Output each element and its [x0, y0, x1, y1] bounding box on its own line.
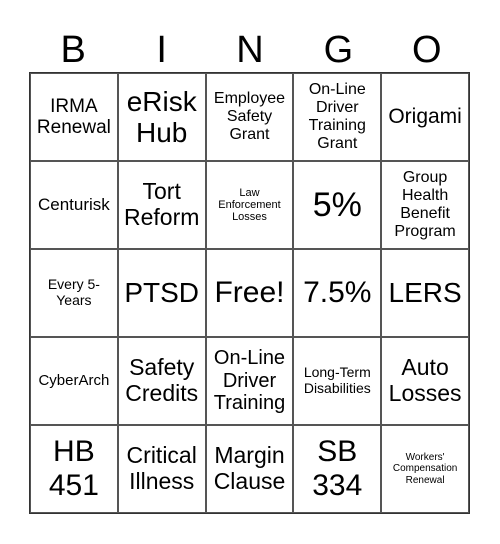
bingo-cell[interactable]: LERS	[381, 249, 469, 337]
bingo-cell[interactable]: Auto Losses	[381, 337, 469, 425]
header-letter-n: N	[236, 29, 264, 71]
header-letter-g: G	[323, 29, 354, 71]
bingo-cell[interactable]: Centurisk	[30, 161, 118, 249]
free-space-cell[interactable]: Free!	[205, 249, 294, 337]
bingo-cell[interactable]: Workers' Compensation Renewal	[381, 425, 469, 513]
header-letter-b: B	[60, 29, 86, 71]
bingo-cell[interactable]: PTSD	[117, 249, 206, 337]
bingo-cell[interactable]: Long-Term Disabilities	[293, 337, 382, 425]
bingo-cell[interactable]: Tort Reform	[117, 161, 206, 249]
header-letter-i: I	[156, 29, 167, 71]
bingo-cell[interactable]: 7.5%	[293, 249, 382, 337]
bingo-cell[interactable]: Origami	[381, 73, 469, 161]
bingo-cell[interactable]: Margin Clause	[205, 425, 294, 513]
bingo-cell[interactable]: 5%	[293, 161, 382, 249]
bingo-cell[interactable]: IRMA Renewal	[30, 73, 118, 161]
header-letter-o: O	[412, 29, 442, 71]
bingo-cell[interactable]: eRisk Hub	[117, 73, 206, 161]
bingo-cell[interactable]: CyberArch	[30, 337, 118, 425]
bingo-cell[interactable]: HB 451	[30, 425, 118, 513]
bingo-cell[interactable]: SB 334	[293, 425, 382, 513]
bingo-cell[interactable]: Group Health Benefit Program	[381, 161, 469, 249]
bingo-cell[interactable]: On-Line Driver Training Grant	[293, 73, 382, 161]
bingo-cell[interactable]: On-Line Driver Training	[205, 337, 294, 425]
bingo-header: B I N G O	[29, 28, 471, 72]
bingo-cell[interactable]: Critical Illness	[117, 425, 206, 513]
bingo-cell[interactable]: Employee Safety Grant	[205, 73, 294, 161]
bingo-grid: IRMA Renewal eRisk Hub Employee Safety Gra…	[29, 72, 470, 514]
bingo-cell[interactable]: Every 5- Years	[30, 249, 118, 337]
bingo-cell[interactable]: Safety Credits	[117, 337, 206, 425]
bingo-cell[interactable]: Law Enforcement Losses	[205, 161, 294, 249]
